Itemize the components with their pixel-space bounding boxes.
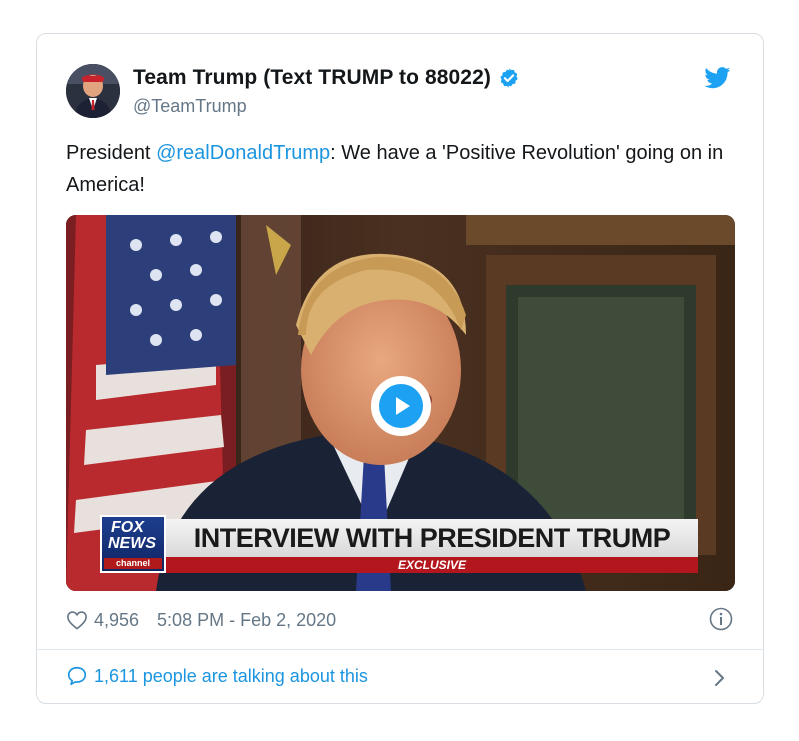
like-count[interactable]: 4,956 — [94, 610, 139, 631]
logo-line-fox: FOX — [111, 519, 144, 536]
logo-line-channel: channel — [104, 558, 162, 569]
author-display-name[interactable]: Team Trump (Text TRUMP to 88022) — [133, 66, 491, 90]
tweet-meta: 4,956 5:08 PM - Feb 2, 2020 — [66, 608, 336, 632]
tweet-timestamp[interactable]: 5:08 PM - Feb 2, 2020 — [157, 610, 336, 631]
conversation-count-text[interactable]: 1,611 people are talking about this — [94, 666, 368, 687]
tweet-text: President @realDonaldTrump: We have a 'P… — [66, 137, 746, 201]
play-icon[interactable] — [371, 376, 431, 436]
chevron-right-icon[interactable] — [713, 667, 727, 689]
headline-banner: INTERVIEW WITH PRESIDENT TRUMP — [166, 519, 698, 557]
info-icon[interactable] — [709, 607, 733, 631]
speech-bubble-icon — [67, 666, 87, 686]
tweet-card: Team Trump (Text TRUMP to 88022) @TeamTr… — [36, 33, 764, 704]
logo-line-news: NEWS — [108, 535, 156, 552]
verified-badge-icon — [498, 67, 520, 89]
tweet-text-prefix: President — [66, 142, 157, 164]
exclusive-banner: EXCLUSIVE — [166, 557, 698, 573]
twitter-bird-icon[interactable] — [704, 67, 731, 89]
author-handle[interactable]: @TeamTrump — [133, 96, 247, 117]
avatar[interactable] — [66, 64, 120, 118]
news-lower-third: FOX NEWS channel INTERVIEW WITH PRESIDEN… — [100, 515, 698, 573]
divider — [37, 649, 763, 650]
mention-link[interactable]: @realDonaldTrump — [156, 142, 330, 164]
heart-icon[interactable] — [66, 610, 88, 630]
fox-news-logo: FOX NEWS channel — [100, 515, 166, 573]
author-name-row[interactable]: Team Trump (Text TRUMP to 88022) — [133, 64, 520, 92]
conversation-link[interactable]: 1,611 people are talking about this — [66, 665, 368, 687]
